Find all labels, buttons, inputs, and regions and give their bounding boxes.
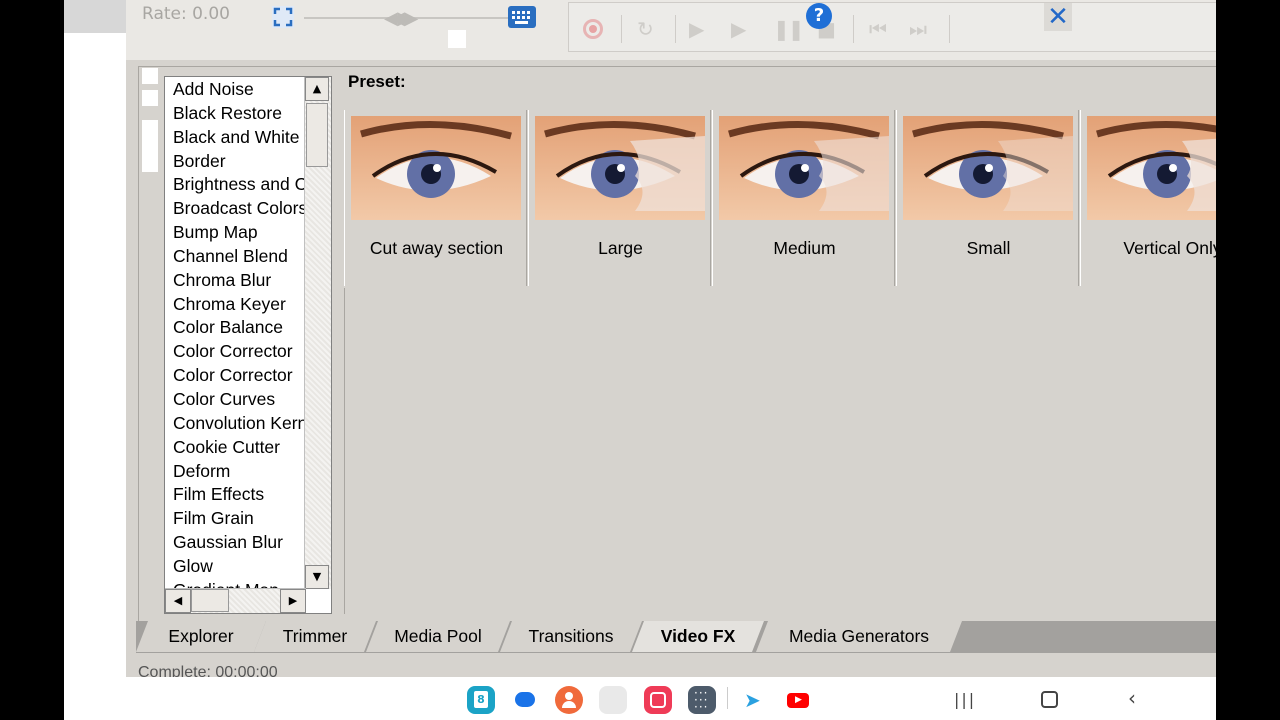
fullscreen-icon[interactable]: [272, 6, 294, 28]
apps-grid-icon[interactable]: ··· ··· ···: [688, 686, 716, 714]
scroll-left-icon[interactable]: ◀: [165, 589, 191, 613]
fx-list-item[interactable]: Color Corrector: [165, 363, 306, 387]
play-icon[interactable]: ▶: [731, 17, 746, 41]
preset-label: Preset:: [348, 72, 406, 91]
fx-list-item[interactable]: Glow: [165, 554, 306, 578]
fx-list-item[interactable]: Brightness and Contrast: [165, 172, 306, 196]
eye-preview-image: [903, 116, 1073, 220]
home-icon[interactable]: [1041, 691, 1058, 708]
help-icon[interactable]: ?: [806, 3, 832, 29]
tab-media-generators[interactable]: Media Generators: [756, 621, 962, 652]
fx-list-item[interactable]: Color Corrector: [165, 339, 306, 363]
fx-list-item[interactable]: Film Effects: [165, 482, 306, 506]
fx-list-item[interactable]: Chroma Blur: [165, 268, 306, 292]
eye-preview-image: [719, 116, 889, 220]
fx-list-item[interactable]: Black Restore: [165, 101, 306, 125]
calendar-app-icon[interactable]: 8: [467, 686, 495, 714]
scroll-down-icon[interactable]: ▼: [305, 565, 329, 589]
transport-controls: ↻ ▶ ▶ ❚❚ ■ ⏮ ⏭: [568, 2, 1216, 52]
horizontal-scrollbar[interactable]: ◀ ▶: [165, 588, 306, 613]
fx-list-item[interactable]: Add Noise: [165, 77, 306, 101]
fx-list-item[interactable]: Chroma Keyer: [165, 292, 306, 316]
youtube-app-icon[interactable]: ▶: [784, 686, 812, 714]
fx-list-item[interactable]: Cookie Cutter: [165, 435, 306, 459]
scroll-thumb[interactable]: [306, 103, 328, 167]
play-from-start-icon[interactable]: ▶: [689, 17, 704, 41]
fx-list-item[interactable]: Bump Map: [165, 220, 306, 244]
next-icon[interactable]: ⏭: [909, 17, 927, 41]
tab-media-pool[interactable]: Media Pool: [366, 621, 510, 652]
fx-list[interactable]: Add Noise Black Restore Black and White Bor…: [165, 77, 306, 589]
fx-list-item[interactable]: Film Grain: [165, 506, 306, 530]
previous-icon[interactable]: ⏮: [869, 17, 887, 41]
preset-label: Small: [966, 238, 1011, 258]
refresh-icon[interactable]: ↻: [637, 17, 654, 41]
eye-preview-image: [1087, 116, 1216, 220]
messages-app-icon[interactable]: [511, 686, 539, 714]
tab-trimmer[interactable]: Trimmer: [254, 621, 376, 652]
fx-list-item[interactable]: Border: [165, 149, 306, 173]
fx-list-item[interactable]: Convolution Kernel: [165, 411, 306, 435]
screen: Rate: 0.00 ◀◀▶▶ ↻ ▶ ▶ ❚❚ ■ ⏮ ⏭ ? ✕ Add N…: [64, 0, 1216, 720]
scroll-thumb[interactable]: [191, 589, 229, 612]
fx-listbox[interactable]: Add Noise Black Restore Black and White Bor…: [164, 76, 332, 614]
pause-icon[interactable]: ❚❚: [773, 17, 804, 41]
record-icon[interactable]: [583, 19, 603, 39]
fx-content-area: [344, 288, 1216, 614]
keyboard-icon[interactable]: [508, 6, 536, 28]
fx-list-item[interactable]: Color Curves: [165, 387, 306, 411]
fx-list-item[interactable]: Color Balance: [165, 315, 306, 339]
fast-forward-icon: ◀◀▶▶: [384, 8, 418, 29]
left-gutter: [64, 0, 126, 720]
preset-thumbnail[interactable]: Small: [896, 110, 1079, 286]
eye-preview-image: [351, 116, 521, 220]
rate-slider-thumb[interactable]: [448, 30, 466, 48]
preset-label: Cut away section: [369, 238, 504, 258]
camera-app-icon[interactable]: [644, 686, 672, 714]
preset-label: Large: [598, 238, 643, 258]
eye-preview-image: [535, 116, 705, 220]
panel-handle[interactable]: [142, 120, 158, 172]
tab-transitions[interactable]: Transitions: [500, 621, 642, 652]
preset-thumbnail[interactable]: Cut away section: [344, 110, 527, 286]
rate-label: Rate: 0.00: [142, 4, 230, 24]
scroll-up-icon[interactable]: ▲: [305, 77, 329, 101]
preset-thumbnail[interactable]: Large: [528, 110, 711, 286]
android-nav-bar: 8 ··· ··· ··· ➤ ▶ ||| ‹: [64, 677, 1216, 720]
preset-label: Medium: [773, 238, 836, 258]
tab-video-fx[interactable]: Video FX: [632, 621, 764, 652]
close-icon[interactable]: ✕: [1044, 3, 1072, 31]
back-icon[interactable]: ‹: [1128, 686, 1136, 710]
preset-thumbnail[interactable]: Medium: [712, 110, 895, 286]
transport-toolbar: Rate: 0.00 ◀◀▶▶ ↻ ▶ ▶ ❚❚ ■ ⏮ ⏭ ? ✕: [126, 0, 1216, 60]
preset-label: Vertical Only: [1123, 238, 1216, 258]
preset-thumbnail[interactable]: Vertical Only: [1080, 110, 1216, 286]
fx-list-item[interactable]: Broadcast Colors: [165, 196, 306, 220]
panel-handle[interactable]: [142, 90, 158, 106]
window-tab-bar: Explorer Trimmer Media Pool Transitions Vide…: [136, 621, 1216, 653]
recent-apps-icon[interactable]: |||: [954, 690, 976, 709]
preset-gallery: Cut away section Large Medium Small Vertical…: [344, 110, 1216, 289]
contacts-app-icon[interactable]: [555, 686, 583, 714]
fx-list-item[interactable]: Black and White: [165, 125, 306, 149]
fx-list-item[interactable]: Gaussian Blur: [165, 530, 306, 554]
vertical-scrollbar[interactable]: ▲ ▼: [304, 77, 331, 589]
folder-app-icon[interactable]: [599, 686, 627, 714]
fx-list-item[interactable]: Channel Blend: [165, 244, 306, 268]
telegram-app-icon[interactable]: ➤: [740, 686, 768, 714]
panel-handle[interactable]: [142, 68, 158, 84]
fx-list-item[interactable]: Deform: [165, 459, 306, 483]
scroll-right-icon[interactable]: ▶: [280, 589, 306, 613]
tab-explorer[interactable]: Explorer: [136, 621, 266, 652]
